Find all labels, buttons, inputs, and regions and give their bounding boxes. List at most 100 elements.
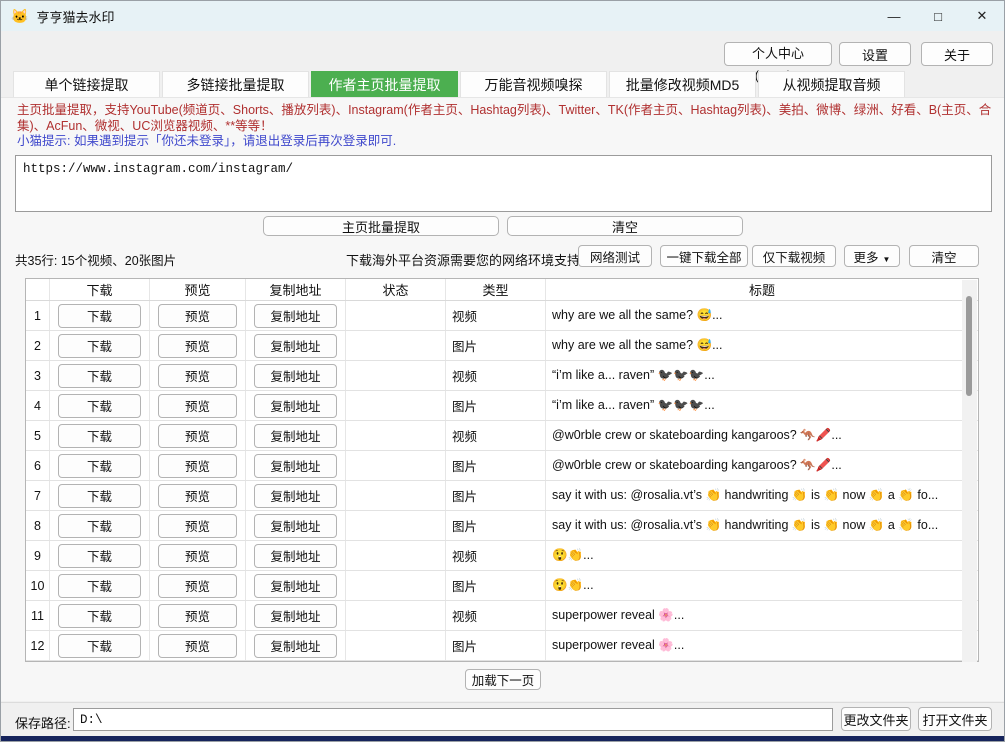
change-folder-button[interactable]: 更改文件夹: [841, 707, 911, 731]
download-button[interactable]: 下载: [58, 304, 141, 328]
network-test-button[interactable]: 网络测试: [578, 245, 652, 267]
tab-universal-av-sniffer[interactable]: 万能音视频嗅探: [460, 71, 607, 97]
preview-button[interactable]: 预览: [158, 364, 238, 388]
download-videos-only-button[interactable]: 仅下载视频: [752, 245, 836, 267]
tab-batch-modify-video-md5[interactable]: 批量修改视频MD5: [609, 71, 756, 97]
preview-cell: 预览: [150, 451, 246, 480]
header-preview: 预览: [150, 279, 246, 300]
minimize-button[interactable]: —: [872, 1, 916, 31]
preview-button[interactable]: 预览: [158, 604, 238, 628]
type-cell: 视频: [446, 601, 546, 630]
tab-multi-link-batch-extract[interactable]: 多链接批量提取: [162, 71, 309, 97]
table-row: 6下载预览复制地址图片@w0rble crew or skateboarding…: [26, 451, 978, 481]
preview-cell: 预览: [150, 511, 246, 540]
status-cell: [346, 511, 446, 540]
type-cell: 图片: [446, 331, 546, 360]
window-bottom-edge: [1, 736, 1004, 742]
download-button[interactable]: 下载: [58, 334, 141, 358]
preview-cell: 预览: [150, 631, 246, 660]
preview-cell: 预览: [150, 361, 246, 390]
copy-link-cell: 复制地址: [246, 571, 346, 600]
type-cell: 图片: [446, 511, 546, 540]
download-all-button[interactable]: 一键下载全部: [660, 245, 748, 267]
preview-cell: 预览: [150, 571, 246, 600]
more-dropdown-button[interactable]: 更多▼: [844, 245, 900, 267]
copy-link-button[interactable]: 复制地址: [254, 424, 337, 448]
save-path-input[interactable]: [73, 708, 833, 731]
preview-button[interactable]: 预览: [158, 394, 238, 418]
title-cell: @w0rble crew or skateboarding kangaroos?…: [546, 451, 978, 480]
download-button[interactable]: 下载: [58, 394, 141, 418]
table-row: 10下载预览复制地址图片😲👏...: [26, 571, 978, 601]
row-number: 3: [26, 361, 50, 390]
copy-link-cell: 复制地址: [246, 361, 346, 390]
download-button[interactable]: 下载: [58, 544, 141, 568]
tab-extract-audio-from-video[interactable]: 从视频提取音频: [758, 71, 905, 97]
settings-button[interactable]: 设置: [839, 42, 911, 66]
table-row: 1下载预览复制地址视频why are we all the same? 😅...: [26, 301, 978, 331]
copy-link-button[interactable]: 复制地址: [254, 334, 337, 358]
preview-button[interactable]: 预览: [158, 544, 238, 568]
download-button[interactable]: 下载: [58, 364, 141, 388]
clear-results-button[interactable]: 清空: [909, 245, 979, 267]
status-cell: [346, 631, 446, 660]
download-button[interactable]: 下载: [58, 634, 141, 658]
download-cell: 下载: [50, 481, 150, 510]
preview-button[interactable]: 预览: [158, 334, 238, 358]
app-cat-icon: 🐱: [11, 8, 28, 25]
download-button[interactable]: 下载: [58, 514, 141, 538]
preview-button[interactable]: 预览: [158, 484, 238, 508]
copy-link-button[interactable]: 复制地址: [254, 514, 337, 538]
table-row: 12下载预览复制地址图片superpower reveal 🌸...: [26, 631, 978, 661]
copy-link-button[interactable]: 复制地址: [254, 544, 337, 568]
copy-link-button[interactable]: 复制地址: [254, 394, 337, 418]
preview-button[interactable]: 预览: [158, 304, 238, 328]
url-input[interactable]: https://www.instagram.com/instagram/: [15, 155, 992, 212]
copy-link-button[interactable]: 复制地址: [254, 454, 337, 478]
preview-button[interactable]: 预览: [158, 424, 238, 448]
clear-url-button[interactable]: 清空: [507, 216, 743, 236]
description-line1: 主页批量提取，支持YouTube(频道页、Shorts、播放列表)、Instag…: [17, 103, 992, 119]
row-number: 1: [26, 301, 50, 330]
download-cell: 下载: [50, 601, 150, 630]
tab-single-link-extract[interactable]: 单个链接提取: [13, 71, 160, 97]
preview-button[interactable]: 预览: [158, 574, 238, 598]
title-cell: superpower reveal 🌸...: [546, 631, 978, 660]
type-cell: 图片: [446, 631, 546, 660]
row-number: 9: [26, 541, 50, 570]
preview-button[interactable]: 预览: [158, 454, 238, 478]
download-button[interactable]: 下载: [58, 574, 141, 598]
window-title: 亨亨猫去水印: [36, 7, 114, 26]
download-button[interactable]: 下载: [58, 424, 141, 448]
table-row: 8下载预览复制地址图片say it with us: @rosalia.vt’s…: [26, 511, 978, 541]
header-download: 下载: [50, 279, 150, 300]
preview-button[interactable]: 预览: [158, 514, 238, 538]
download-cell: 下载: [50, 511, 150, 540]
copy-link-button[interactable]: 复制地址: [254, 604, 337, 628]
row-number: 4: [26, 391, 50, 420]
preview-button[interactable]: 预览: [158, 634, 238, 658]
download-button[interactable]: 下载: [58, 454, 141, 478]
about-button[interactable]: 关于: [921, 42, 993, 66]
tab-content-panel: 主页批量提取，支持YouTube(频道页、Shorts、播放列表)、Instag…: [1, 97, 1004, 701]
tab-author-homepage-batch-extract[interactable]: 作者主页批量提取: [311, 71, 458, 97]
copy-link-button[interactable]: 复制地址: [254, 304, 337, 328]
copy-link-button[interactable]: 复制地址: [254, 574, 337, 598]
header-row-number: [26, 279, 50, 300]
download-cell: 下载: [50, 301, 150, 330]
copy-link-button[interactable]: 复制地址: [254, 634, 337, 658]
header-copy-link: 复制地址: [246, 279, 346, 300]
preview-cell: 预览: [150, 391, 246, 420]
open-folder-button[interactable]: 打开文件夹: [918, 707, 992, 731]
load-next-page-button[interactable]: 加载下一页: [465, 669, 541, 690]
copy-link-button[interactable]: 复制地址: [254, 484, 337, 508]
download-button[interactable]: 下载: [58, 484, 141, 508]
homepage-batch-extract-button[interactable]: 主页批量提取: [263, 216, 499, 236]
user-center-dropdown[interactable]: 个人中心(test2)▼: [724, 42, 832, 66]
maximize-button[interactable]: □: [916, 1, 960, 31]
close-button[interactable]: ✕: [960, 1, 1004, 31]
copy-link-button[interactable]: 复制地址: [254, 364, 337, 388]
table-scrollbar[interactable]: [962, 280, 977, 662]
download-button[interactable]: 下载: [58, 604, 141, 628]
scrollbar-thumb[interactable]: [966, 296, 972, 396]
